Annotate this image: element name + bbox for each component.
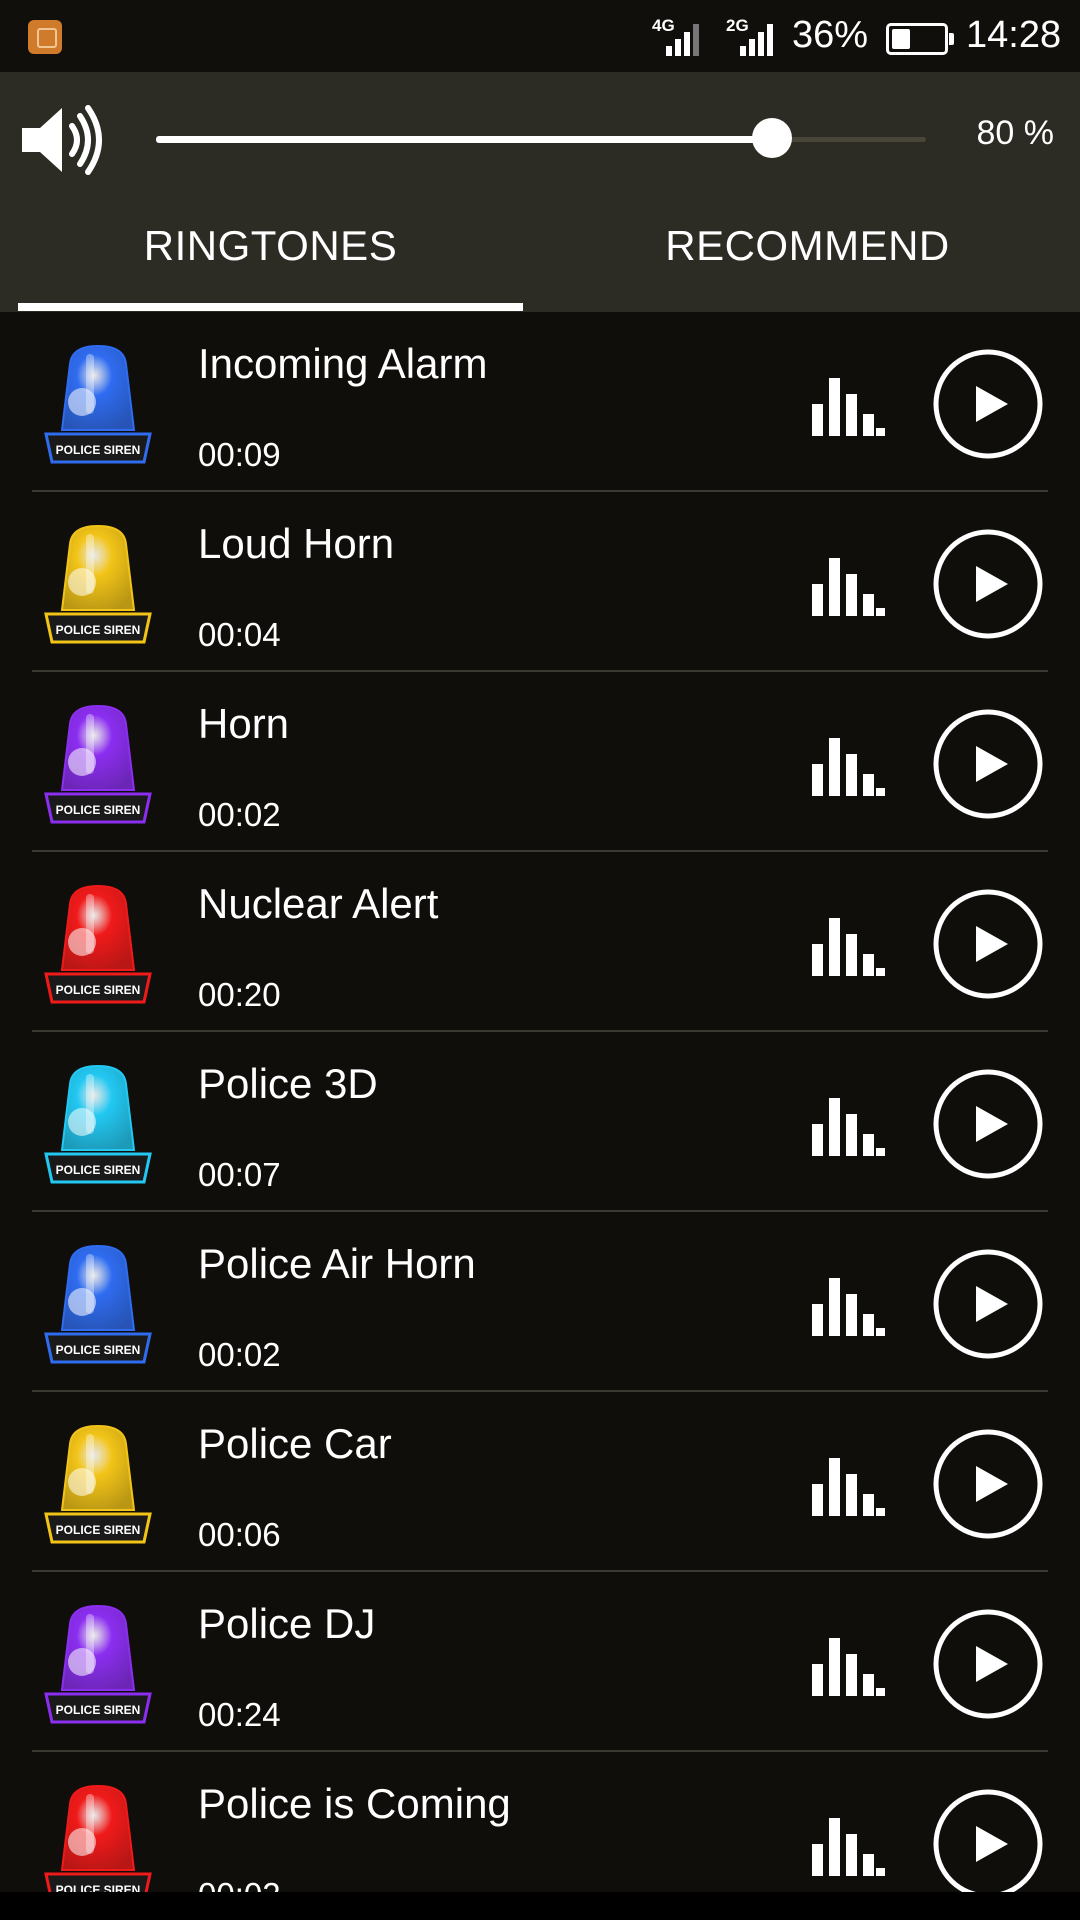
header: 80 % RINGTONES RECOMMEND	[0, 72, 1080, 312]
volume-value: 80 %	[976, 114, 1055, 152]
network-type-2g: 2G	[726, 16, 749, 35]
siren-badge-text: POLICE SIREN	[56, 623, 141, 637]
volume-slider[interactable]	[156, 118, 926, 158]
police-siren-icon: POLICE SIREN	[44, 524, 152, 644]
battery-percent: 36%	[792, 14, 869, 56]
play-icon	[976, 1646, 1008, 1682]
equalizer-icon	[812, 918, 885, 976]
police-siren-icon: POLICE SIREN	[44, 344, 152, 464]
play-button[interactable]	[932, 1428, 1044, 1540]
ringtone-row[interactable]: POLICE SIREN Police is Coming 00:02	[0, 1752, 1080, 1892]
ringtone-title: Police DJ	[198, 1600, 376, 1647]
siren-badge-text: POLICE SIREN	[56, 443, 141, 457]
tab-recommend[interactable]: RECOMMEND	[555, 222, 1060, 312]
play-button[interactable]	[932, 1788, 1044, 1892]
volume-fill	[156, 136, 772, 143]
equalizer-icon	[812, 1638, 885, 1696]
ringtone-title: Nuclear Alert	[198, 880, 439, 927]
siren-badge-text: POLICE SIREN	[56, 1343, 141, 1357]
play-button[interactable]	[932, 888, 1044, 1000]
equalizer-icon	[812, 1458, 885, 1516]
app-notification-icon	[28, 20, 62, 54]
play-button[interactable]	[932, 1248, 1044, 1360]
ringtone-row[interactable]: POLICE SIREN Nuclear Alert 00:20	[0, 852, 1080, 1032]
signal-4g-icon: 4G	[652, 16, 708, 58]
play-icon	[976, 926, 1008, 962]
ringtone-row[interactable]: POLICE SIREN Police Air Horn 00:02	[0, 1212, 1080, 1392]
ringtone-title: Police Car	[198, 1420, 392, 1467]
equalizer-icon	[812, 378, 885, 436]
play-icon	[976, 1286, 1008, 1322]
ringtone-row[interactable]: POLICE SIREN Incoming Alarm 00:09	[0, 312, 1080, 492]
police-siren-icon: POLICE SIREN	[44, 884, 152, 1004]
equalizer-icon	[812, 1098, 885, 1156]
play-icon	[976, 1826, 1008, 1862]
siren-badge-text: POLICE SIREN	[56, 983, 141, 997]
equalizer-icon	[812, 558, 885, 616]
ringtone-duration: 00:06	[198, 1516, 281, 1553]
play-icon	[976, 1106, 1008, 1142]
ringtone-title: Incoming Alarm	[198, 340, 488, 387]
play-button[interactable]	[932, 1608, 1044, 1720]
ringtone-duration: 00:02	[198, 796, 281, 833]
play-button[interactable]	[932, 708, 1044, 820]
ringtone-row[interactable]: POLICE SIREN Horn 00:02	[0, 672, 1080, 852]
equalizer-icon	[812, 738, 885, 796]
ringtone-duration: 00:02	[198, 1876, 281, 1892]
battery-icon	[886, 23, 954, 55]
ringtone-title: Loud Horn	[198, 520, 395, 567]
police-siren-icon: POLICE SIREN	[44, 704, 152, 824]
police-siren-icon: POLICE SIREN	[44, 1604, 152, 1724]
siren-badge-text: POLICE SIREN	[56, 1703, 141, 1717]
play-button[interactable]	[932, 348, 1044, 460]
ringtone-duration: 00:04	[198, 616, 281, 653]
ringtone-duration: 00:09	[198, 436, 281, 473]
play-icon	[976, 566, 1008, 602]
play-icon	[976, 1466, 1008, 1502]
play-button[interactable]	[932, 528, 1044, 640]
ringtone-title: Police Air Horn	[198, 1240, 476, 1287]
play-button[interactable]	[932, 1068, 1044, 1180]
active-tab-indicator	[18, 303, 523, 311]
siren-badge-text: POLICE SIREN	[56, 1883, 141, 1892]
ringtone-row[interactable]: POLICE SIREN Police Car 00:06	[0, 1392, 1080, 1572]
tab-ringtones[interactable]: RINGTONES	[18, 222, 523, 312]
ringtone-list[interactable]: POLICE SIREN Incoming Alarm 00:09 POLICE…	[0, 312, 1080, 1892]
ringtone-duration: 00:07	[198, 1156, 281, 1193]
ringtone-row[interactable]: POLICE SIREN Police 3D 00:07	[0, 1032, 1080, 1212]
ringtone-duration: 00:24	[198, 1696, 281, 1733]
signal-2g-icon: 2G	[726, 16, 782, 58]
ringtone-duration: 00:02	[198, 1336, 281, 1373]
status-bar: 4G 2G 36% 14:28	[0, 0, 1080, 72]
ringtone-title: Police 3D	[198, 1060, 378, 1107]
police-siren-icon: POLICE SIREN	[44, 1244, 152, 1364]
clock: 14:28	[966, 14, 1062, 56]
play-icon	[976, 386, 1008, 422]
siren-badge-text: POLICE SIREN	[56, 1163, 141, 1177]
ringtone-title: Horn	[198, 700, 290, 747]
network-type-4g: 4G	[652, 16, 675, 35]
ringtone-title: Police is Coming	[198, 1780, 511, 1827]
equalizer-icon	[812, 1278, 885, 1336]
ringtone-duration: 00:20	[198, 976, 281, 1013]
volume-thumb[interactable]	[752, 118, 792, 158]
play-icon	[976, 746, 1008, 782]
police-siren-icon: POLICE SIREN	[44, 1424, 152, 1544]
bottom-edge	[0, 1892, 1080, 1920]
police-siren-icon: POLICE SIREN	[44, 1784, 152, 1892]
ringtone-row[interactable]: POLICE SIREN Police DJ 00:24	[0, 1572, 1080, 1752]
ringtone-row[interactable]: POLICE SIREN Loud Horn 00:04	[0, 492, 1080, 672]
siren-badge-text: POLICE SIREN	[56, 1523, 141, 1537]
speaker-icon[interactable]	[20, 102, 104, 178]
police-siren-icon: POLICE SIREN	[44, 1064, 152, 1184]
siren-badge-text: POLICE SIREN	[56, 803, 141, 817]
equalizer-icon	[812, 1818, 885, 1876]
